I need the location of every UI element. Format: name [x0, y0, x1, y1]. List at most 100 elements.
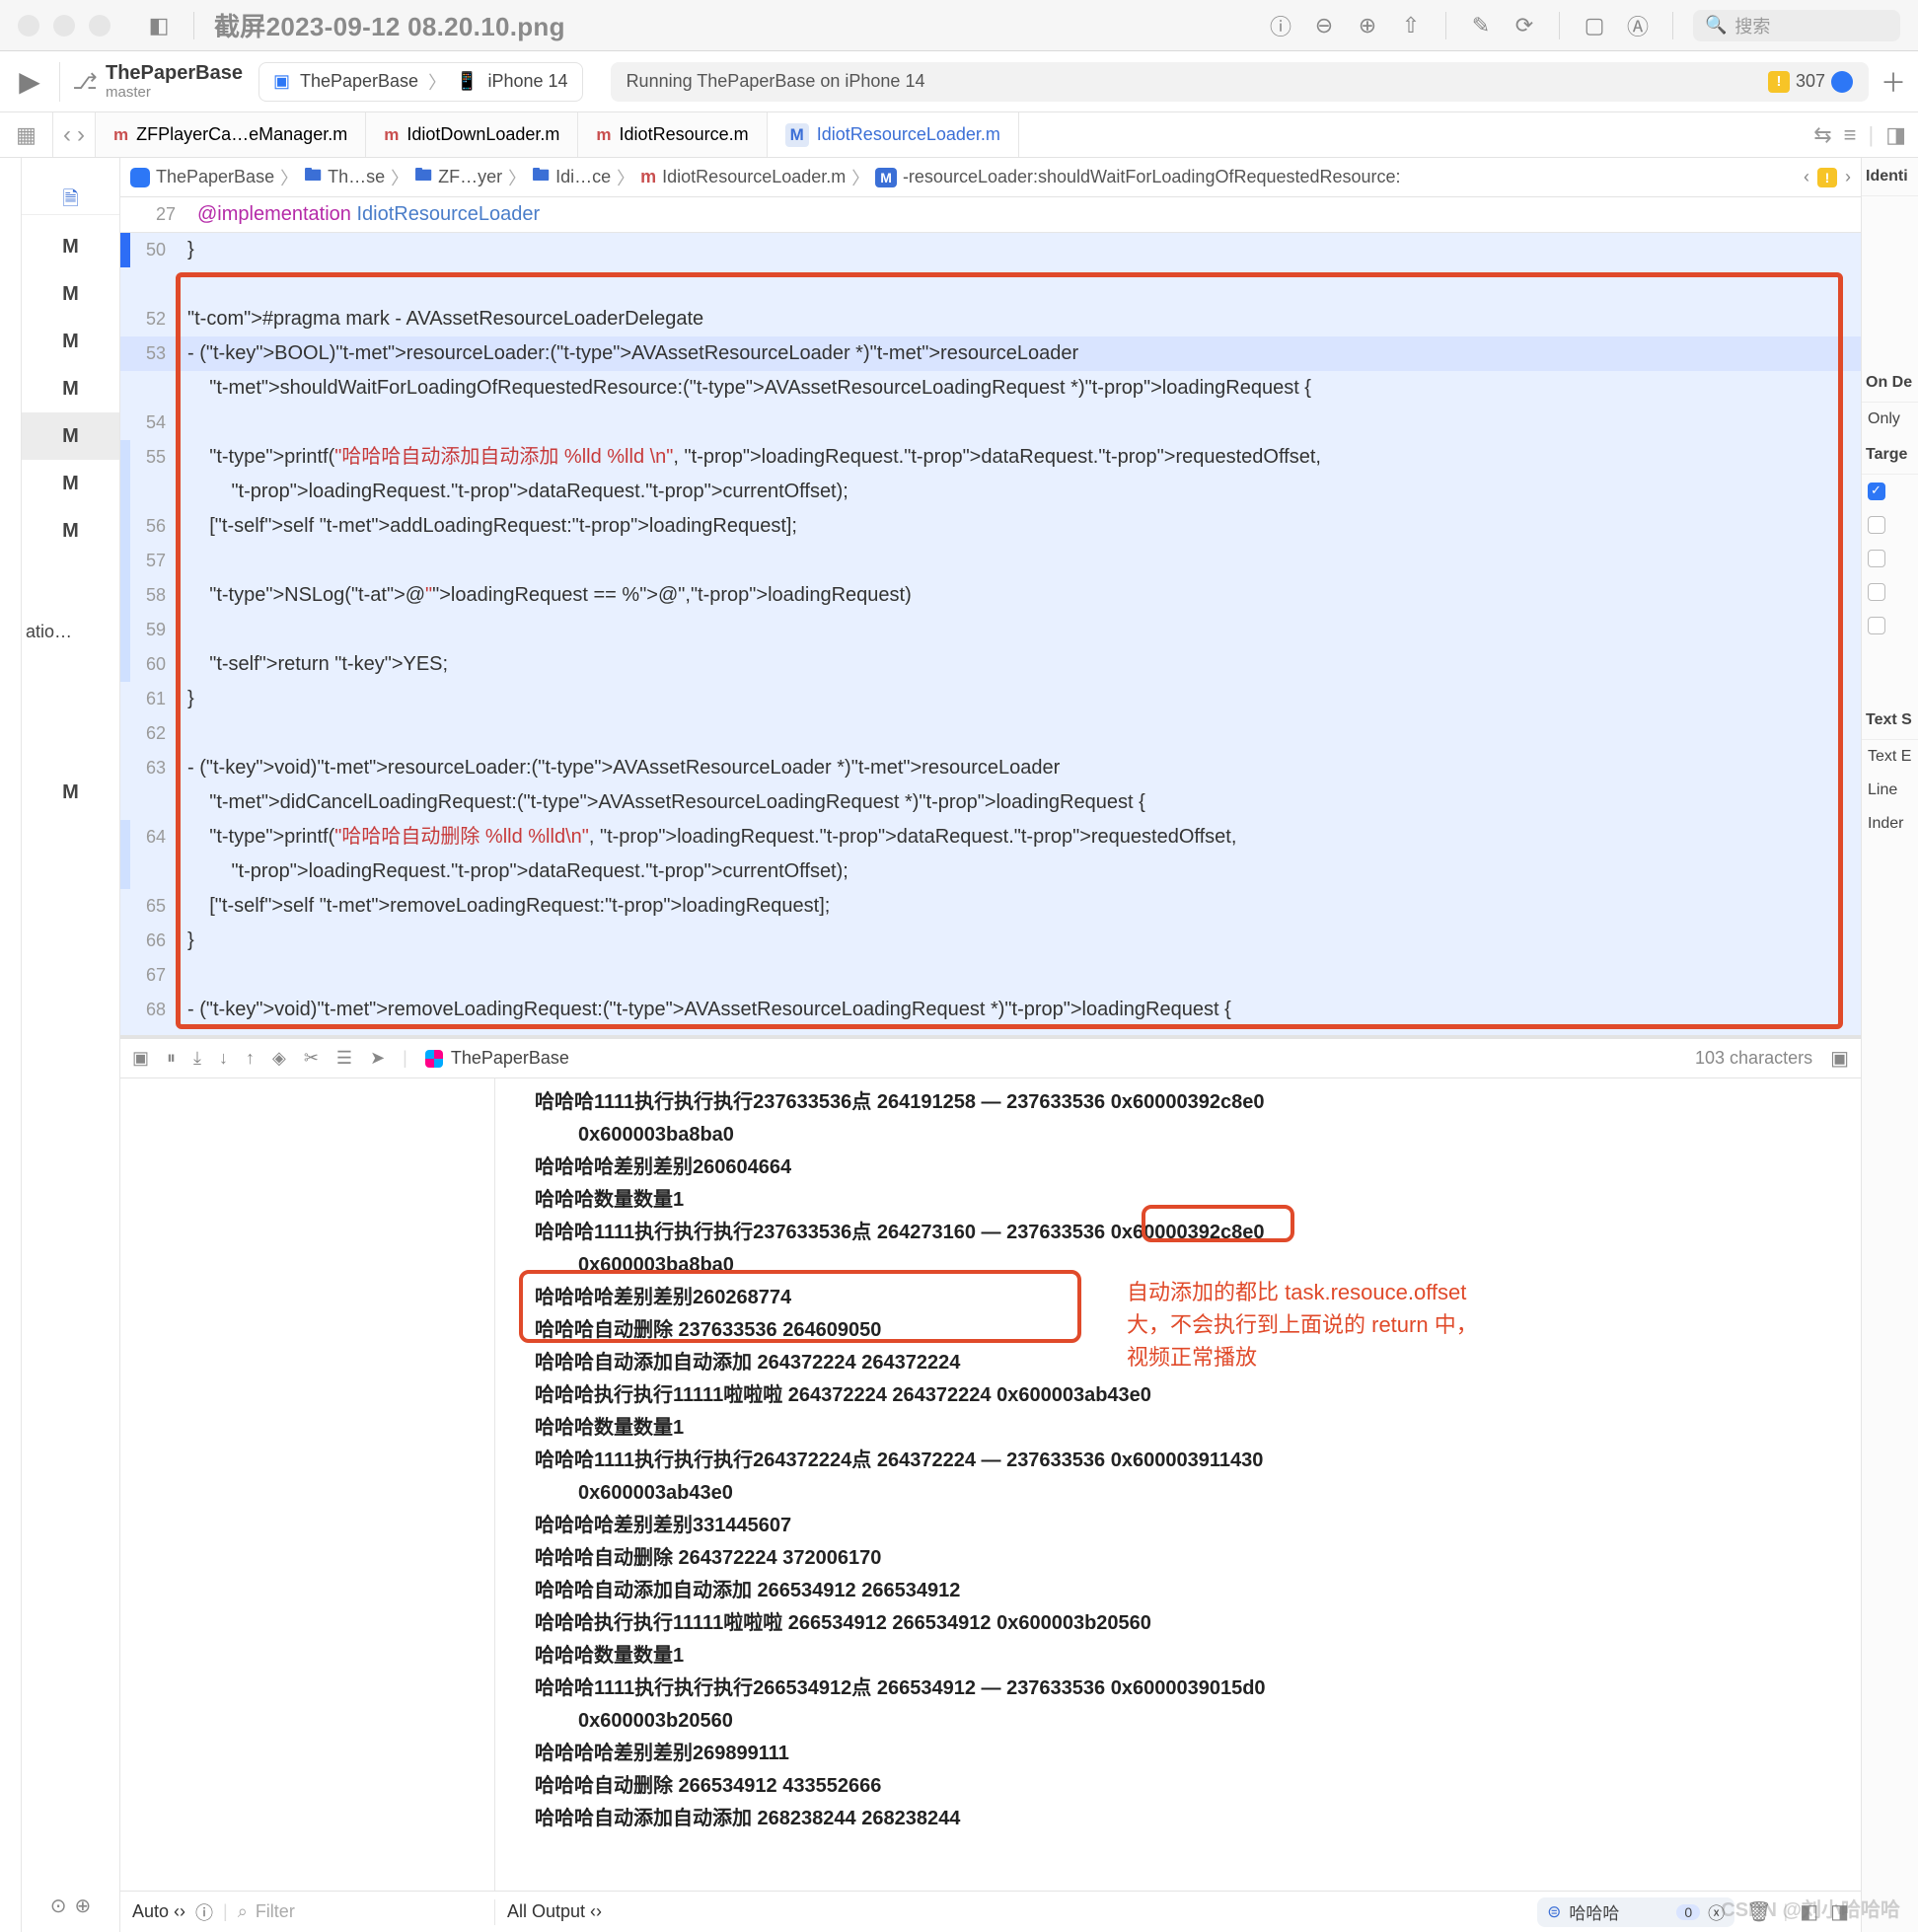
window-controls[interactable]	[18, 15, 111, 37]
checkbox[interactable]	[1868, 483, 1885, 500]
code-line: 64 "t-type">printf("哈哈哈自动删除 %lld %lld\n"…	[120, 820, 1861, 855]
annotation-text: 自动添加的都比 task.resouce.offset 大，不会执行到上面说的 …	[1127, 1276, 1679, 1374]
console-line: 哈哈哈哈差别差别269899111	[535, 1738, 1849, 1770]
add-icon[interactable]: ⊕	[75, 1894, 92, 1918]
line-number: 65	[130, 889, 180, 924]
console-output-mode[interactable]: All Output ‹›	[507, 1901, 602, 1922]
console-toggle-icon[interactable]: ▣	[1830, 1046, 1849, 1071]
crop-icon[interactable]: ▢	[1580, 11, 1609, 40]
warning-icon: !	[1768, 71, 1790, 93]
line-number: 59	[130, 613, 180, 647]
console-line: 哈哈哈数量数量1	[535, 1640, 1849, 1672]
code-editor[interactable]: 27 @implementation IdiotResourceLoader 5…	[120, 197, 1861, 1035]
graph-icon[interactable]: ☰	[336, 1048, 352, 1069]
hide-debug-icon[interactable]: ▣	[132, 1048, 149, 1069]
line-number: 54	[130, 406, 180, 440]
checkbox[interactable]	[1868, 516, 1885, 534]
code-line: 68- ("t-key">void)"t-met">removeLoadingR…	[120, 993, 1861, 1027]
debug-process[interactable]: ThePaperBase	[425, 1048, 569, 1069]
console-line: 哈哈哈1111执行执行执行237633536点 264191258 — 2376…	[535, 1086, 1849, 1119]
line-number: 62	[130, 716, 180, 751]
change-navigator: 🗎 MMMMMMM atio… M ⊙ ⊕	[22, 158, 120, 1932]
process-icon	[425, 1050, 443, 1068]
document-icon[interactable]: 🗎	[22, 187, 119, 215]
step-over-icon[interactable]: ⤓	[193, 1048, 201, 1069]
info-icon[interactable]: ⓘ	[1266, 11, 1295, 40]
code-line: "t-met">shouldWaitForLoadingOfRequestedR…	[120, 371, 1861, 406]
step-out-icon[interactable]: ↑	[246, 1048, 255, 1069]
line-number: 61	[130, 682, 180, 716]
console-line: 哈哈哈执行执行11111啦啦啦 264372224 264372224 0x60…	[535, 1379, 1849, 1412]
status-text: Running ThePaperBase on iPhone 14	[627, 71, 925, 92]
code-line: 56 ["t-self">self "t-met">addLoadingRequ…	[120, 509, 1861, 544]
markup-icon[interactable]: ✎	[1466, 11, 1496, 40]
zoom-out-icon[interactable]: ⊖	[1309, 11, 1339, 40]
clear-filter-icon[interactable]: ⓧ	[1708, 1899, 1725, 1924]
settings-icon[interactable]: ⊙	[50, 1894, 67, 1918]
tab-label: IdiotResourceLoader.m	[817, 124, 1000, 145]
memory-icon[interactable]: ✂	[304, 1048, 319, 1069]
recompile-icon[interactable]: ⇆	[1813, 122, 1831, 148]
console-filter[interactable]: ⊜ 哈哈哈 0 ⓧ	[1537, 1897, 1734, 1927]
editor-tab[interactable]: mIdiotDownLoader.m	[366, 112, 578, 157]
tab-label: IdiotResource.m	[620, 124, 749, 145]
scheme-selector[interactable]: ▣ ThePaperBase 〉 📱 iPhone 14	[258, 62, 583, 102]
inspector-toggle-icon[interactable]: ◨	[1885, 122, 1906, 148]
scheme-device: iPhone 14	[487, 71, 567, 92]
objc-file-icon: m	[596, 125, 611, 145]
variables-mode[interactable]: Auto ‹›	[132, 1901, 185, 1922]
console-line: 0x600003ab43e0	[535, 1477, 1849, 1510]
checkbox[interactable]	[1868, 583, 1885, 601]
project-header[interactable]: ThePaperBase master	[106, 62, 243, 101]
adjust-icon[interactable]: ≡	[1844, 122, 1857, 148]
sidebar-toggle-icon[interactable]: ◧	[144, 11, 174, 40]
highlight-icon[interactable]: Ⓐ	[1623, 11, 1653, 40]
location-icon[interactable]: ➤	[370, 1048, 385, 1069]
trash-icon[interactable]: 🗑	[1746, 1899, 1771, 1924]
variables-view[interactable]	[120, 1078, 495, 1891]
search-field[interactable]: 🔍 搜索	[1693, 10, 1900, 41]
code-line: 52"t-com">#pragma mark - AVAssetResource…	[120, 302, 1861, 336]
method-icon: M	[875, 168, 897, 187]
console-output[interactable]: 自动添加的都比 task.resouce.offset 大，不会执行到上面说的 …	[495, 1078, 1861, 1891]
line-number: 57	[130, 544, 180, 578]
editor-tab[interactable]: m IdiotResource.m	[578, 112, 767, 157]
change-marker[interactable]: M	[22, 270, 119, 318]
console-line: 哈哈哈1111执行执行执行266534912点 266534912 — 2376…	[535, 1672, 1849, 1705]
line-number: 52	[130, 302, 180, 336]
breadcrumb[interactable]: ThePaperBase〉 🖿Th…se〉 🖿ZF…yer〉 🖿Idi…ce〉 …	[120, 158, 1861, 197]
run-button[interactable]: ▶	[0, 65, 59, 98]
objc-file-icon: m	[384, 125, 399, 145]
change-marker[interactable]: M	[22, 460, 119, 507]
checkbox[interactable]	[1868, 617, 1885, 634]
view-debug-icon[interactable]: ◈	[272, 1048, 286, 1069]
line-number	[130, 855, 180, 889]
checkbox[interactable]	[1868, 550, 1885, 567]
app-icon: ▣	[273, 71, 290, 92]
editor-tab[interactable]: MIdiotResourceLoader.m	[768, 112, 1019, 157]
change-marker[interactable]: M	[22, 318, 119, 365]
share-icon[interactable]: ⇧	[1396, 11, 1426, 40]
folder-icon: 🖿	[532, 163, 550, 192]
code-line: 58 "t-type">NSLog("t-at">@"">loadingRequ…	[120, 578, 1861, 613]
nav-back-forward[interactable]: ‹›	[53, 112, 96, 157]
editor-tab[interactable]: mZFPlayerCa…eManager.m	[96, 112, 366, 157]
change-marker[interactable]: M	[22, 365, 119, 412]
change-marker[interactable]: M	[22, 507, 119, 555]
step-in-icon[interactable]: ↓	[219, 1048, 228, 1069]
console-line: 哈哈哈1111执行执行执行264372224点 264372224 — 2376…	[535, 1445, 1849, 1477]
right-panel-icon[interactable]: ◨	[1830, 1899, 1849, 1924]
change-marker[interactable]: M	[22, 412, 119, 460]
left-panel-icon[interactable]: ◧	[1800, 1899, 1818, 1924]
variables-filter[interactable]: ⌕ Filter	[238, 1901, 482, 1922]
info-icon[interactable]: ⓘ	[195, 1899, 213, 1925]
zoom-in-icon[interactable]: ⊕	[1353, 11, 1382, 40]
line-number: 55	[130, 440, 180, 475]
rotate-icon[interactable]: ⟳	[1510, 11, 1539, 40]
scm-branch-icon[interactable]: ⎇	[70, 67, 100, 97]
add-tab-button[interactable]: ＋	[1869, 63, 1918, 100]
change-marker[interactable]: M	[22, 223, 119, 270]
assistant-icon[interactable]: ▦	[0, 112, 53, 157]
activity-status[interactable]: Running ThePaperBase on iPhone 14 ! 307	[611, 62, 1869, 102]
pause-icon[interactable]: ⏸	[167, 1048, 176, 1069]
